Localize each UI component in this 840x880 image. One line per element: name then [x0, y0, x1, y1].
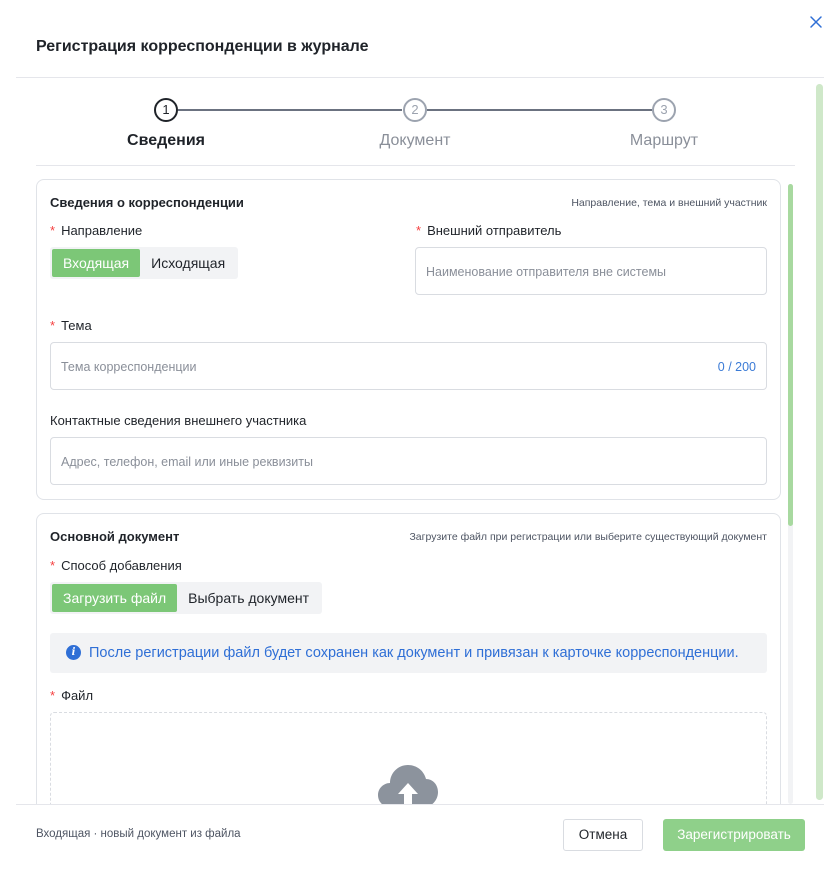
- step-connector-2: [427, 109, 652, 111]
- contacts-input[interactable]: Адрес, телефон, email или иные реквизиты: [50, 437, 767, 485]
- required-mark: *: [50, 318, 56, 333]
- dialog-footer: Входящая · новый документ из файла Отмен…: [0, 804, 840, 880]
- subject-label-text: Тема: [61, 318, 92, 333]
- subject-label: * Тема: [50, 318, 92, 333]
- step-connector-1: [178, 109, 402, 111]
- document-card-hint: Загрузите файл при регистрации или выбер…: [409, 531, 767, 543]
- dialog-title: Регистрация корреспонденции в журнале: [36, 38, 369, 55]
- sender-label-text: Внешний отправитель: [427, 223, 562, 238]
- method-segmented: Загрузить файл Выбрать документ: [50, 582, 323, 614]
- direction-outgoing-option[interactable]: Исходящая: [140, 249, 236, 277]
- subject-placeholder: Тема корреспонденции: [61, 360, 197, 374]
- file-label: * Файл: [50, 688, 93, 703]
- info-alert-text: После регистрации файл будет сохранен ка…: [89, 645, 739, 661]
- step-3-label[interactable]: Маршрут: [584, 132, 744, 150]
- file-label-text: Файл: [61, 688, 94, 703]
- step-1-label[interactable]: Сведения: [86, 132, 246, 150]
- sender-label: * Внешний отправитель: [416, 223, 561, 238]
- footer-divider: [16, 804, 824, 805]
- content-scrollbar-thumb[interactable]: [788, 184, 793, 526]
- step-1-indicator[interactable]: 1: [154, 98, 178, 122]
- required-mark: *: [50, 688, 56, 703]
- correspondence-card-hint: Направление, тема и внешний участник: [571, 197, 767, 209]
- direction-incoming-option[interactable]: Входящая: [52, 249, 141, 277]
- method-upload-option[interactable]: Загрузить файл: [52, 584, 178, 612]
- subject-input[interactable]: Тема корреспонденции 0 / 200: [50, 342, 767, 390]
- correspondence-card-title: Сведения о корреспонденции: [50, 195, 244, 210]
- step-3-indicator[interactable]: 3: [652, 98, 676, 122]
- contacts-placeholder: Адрес, телефон, email или иные реквизиты: [61, 455, 313, 469]
- registration-dialog: Регистрация корреспонденции в журнале 1 …: [0, 0, 840, 880]
- sender-input[interactable]: Наименование отправителя вне системы: [415, 247, 767, 295]
- method-select-option[interactable]: Выбрать документ: [177, 584, 320, 612]
- method-label-text: Способ добавления: [61, 558, 182, 573]
- required-mark: *: [416, 223, 422, 238]
- sender-placeholder: Наименование отправителя вне системы: [426, 265, 667, 279]
- upload-cloud-icon[interactable]: [377, 763, 439, 809]
- step-2-label[interactable]: Документ: [335, 132, 495, 150]
- method-label: * Способ добавления: [50, 558, 182, 573]
- contacts-label: Контактные сведения внешнего участника: [50, 413, 307, 428]
- direction-label: * Направление: [50, 223, 142, 238]
- cancel-button[interactable]: Отмена: [563, 819, 643, 851]
- dialog-scrollbar-thumb[interactable]: [816, 84, 823, 800]
- info-alert: i После регистрации файл будет сохранен …: [50, 633, 767, 673]
- subject-char-counter: 0 / 200: [717, 360, 756, 374]
- direction-label-text: Направление: [61, 223, 143, 238]
- header-divider: [16, 77, 824, 78]
- info-icon: i: [66, 645, 81, 660]
- footer-summary: Входящая · новый документ из файла: [36, 828, 241, 840]
- required-mark: *: [50, 223, 56, 238]
- required-mark: *: [50, 558, 56, 573]
- close-icon[interactable]: [807, 13, 825, 31]
- direction-segmented: Входящая Исходящая: [50, 247, 239, 279]
- register-button[interactable]: Зарегистрировать: [663, 819, 805, 851]
- steps-divider: [36, 165, 795, 166]
- document-card-title: Основной документ: [50, 529, 180, 544]
- step-2-indicator[interactable]: 2: [403, 98, 427, 122]
